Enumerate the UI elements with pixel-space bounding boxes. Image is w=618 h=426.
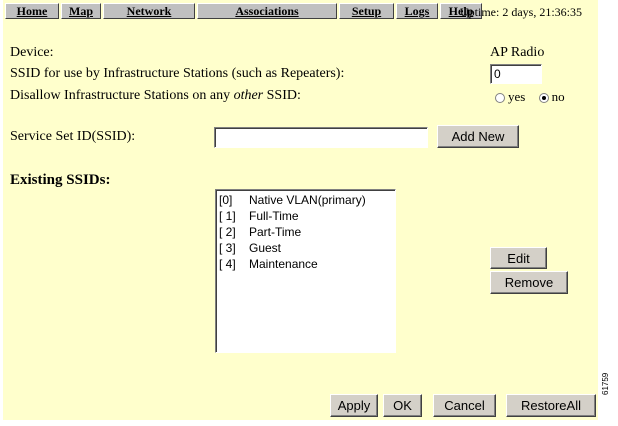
radio-yes-label: yes [508,89,526,104]
device-value: AP Radio [490,45,545,60]
list-item-name: Full-Time [249,209,299,223]
existing-ssids-listbox[interactable]: [0] Native VLAN(primary)[ 1] Full-Time[ 2]… [215,189,396,353]
disallow-label: Disallow Infrastructure Stations on any … [10,88,301,104]
list-item[interactable]: [ 4] Maintenance [219,256,392,272]
list-item-index: [ 4] [219,257,236,271]
nav-map-button[interactable]: Map [61,3,101,19]
nav-network-button[interactable]: Network [103,3,195,19]
device-label: Device: [10,45,54,60]
restore-all-button[interactable]: RestoreAll [506,394,596,417]
radio-yes[interactable]: yes [495,89,525,104]
ssid-input[interactable] [214,127,428,148]
radio-no-label: no [551,89,565,104]
disallow-label-pre: Disallow Infrastructure Stations on any [10,88,234,103]
list-item-name: Part-Time [249,225,302,239]
list-item-index: [ 2] [219,225,236,239]
remove-button[interactable]: Remove [490,271,568,294]
list-item-index: [ 3] [219,241,236,255]
edit-button[interactable]: Edit [490,247,547,269]
nav-associations-button[interactable]: Associations [197,3,337,19]
nav-home-button[interactable]: Home [5,3,59,19]
side-code-label: 61759 [601,372,610,395]
list-item[interactable]: [ 2] Part-Time [219,224,392,240]
list-item-name: Maintenance [249,257,318,271]
apply-button[interactable]: Apply [330,394,378,417]
list-item[interactable]: [ 1] Full-Time [219,208,392,224]
disallow-radio-group: yes no [495,89,565,105]
list-item[interactable]: [0] Native VLAN(primary) [219,192,392,208]
nav-setup-button[interactable]: Setup [339,3,394,19]
ssid-label: Service Set ID(SSID): [10,129,136,144]
cancel-button[interactable]: Cancel [433,394,496,417]
ok-button[interactable]: OK [383,394,422,417]
list-item-name: Native VLAN(primary) [249,193,366,207]
list-item-index: [0] [219,193,233,207]
disallow-label-em: other [233,88,264,103]
list-item[interactable]: [ 3] Guest [219,240,392,256]
list-item-index: [ 1] [219,209,236,223]
infra-ssid-input[interactable] [490,64,542,84]
radio-no-circle[interactable] [538,93,549,104]
list-item-name: Guest [249,241,282,255]
uptime-text: Uptime: 2 days, 21:36:35 [460,5,582,19]
existing-ssids-heading: Existing SSIDs: [10,172,111,188]
nav-bar: Home Map Network Associations Setup Logs Help [5,3,484,21]
disallow-label-post: SSID: [263,88,301,103]
nav-logs-button[interactable]: Logs [396,3,438,19]
infra-ssid-label: SSID for use by Infrastructure Stations … [10,66,345,81]
radio-no[interactable]: no [538,89,565,104]
radio-yes-circle[interactable] [495,93,505,104]
add-new-button[interactable]: Add New [437,125,519,148]
